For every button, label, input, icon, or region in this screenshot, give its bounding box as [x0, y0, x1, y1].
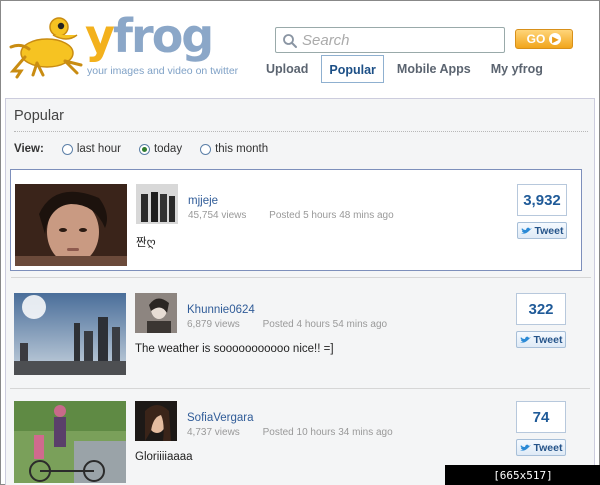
view-count: 45,754 views — [188, 210, 247, 221]
search-icon — [283, 34, 297, 48]
tweet-label: Tweet — [533, 333, 563, 346]
post-meta: 4,737 views Posted 10 hours 34 mins ago — [187, 427, 393, 438]
tweet-count: 3,932 — [517, 184, 567, 216]
divider — [14, 131, 588, 132]
nav-my-yfrog[interactable]: My yfrog — [484, 55, 550, 83]
view-filter: View: last hour today this month — [14, 141, 286, 157]
view-count: 6,879 views — [187, 319, 240, 330]
frog-logo-icon[interactable] — [7, 13, 87, 79]
tweet-label: Tweet — [533, 441, 563, 454]
user-avatar[interactable] — [136, 184, 178, 224]
post-message: 짠ღ — [136, 237, 156, 249]
site-header: yfrog your images and video on twitter G… — [1, 1, 599, 91]
radio-this-month[interactable] — [200, 143, 212, 155]
option-label: this month — [215, 143, 269, 155]
page-title: Popular — [14, 108, 64, 124]
tweet-count: 74 — [516, 401, 566, 433]
radio-today[interactable] — [138, 143, 150, 155]
photo-thumbnail[interactable] — [14, 293, 126, 375]
post-meta: 45,754 views Posted 5 hours 48 mins ago — [188, 210, 394, 221]
go-button[interactable]: GO ▶ — [515, 29, 573, 49]
brand-part2: frog — [113, 9, 214, 63]
tweet-label: Tweet — [534, 224, 564, 237]
brand-part1: y — [85, 9, 115, 63]
photo-thumbnail[interactable] — [14, 401, 126, 483]
brand-name[interactable]: yfrog — [85, 9, 214, 63]
posted-time: Posted 4 hours 54 mins ago — [262, 319, 388, 330]
go-label: GO — [526, 32, 546, 46]
divider — [11, 277, 591, 278]
post-message: The weather is sooooooooooo nice!! =] — [135, 343, 334, 355]
list-item: mjjeje 45,754 views Posted 5 hours 48 mi… — [10, 169, 591, 278]
play-arrow-icon: ▶ — [549, 33, 562, 45]
view-count: 4,737 views — [187, 427, 240, 438]
nav-mobile-apps[interactable]: Mobile Apps — [390, 55, 478, 83]
tweet-button[interactable]: Tweet — [516, 439, 566, 456]
twitter-bird-icon — [519, 336, 531, 343]
username-link[interactable]: mjjeje — [188, 195, 218, 207]
main-nav: Upload Popular Mobile Apps My yfrog — [259, 55, 556, 83]
radio-last-hour[interactable] — [61, 143, 73, 155]
view-option-last-hour[interactable]: last hour — [61, 143, 121, 155]
option-label: last hour — [76, 143, 121, 155]
twitter-bird-icon — [519, 444, 531, 451]
posted-time: Posted 5 hours 48 mins ago — [269, 210, 394, 221]
popular-panel: Popular View: last hour today this month — [5, 98, 595, 485]
twitter-bird-icon — [520, 227, 532, 234]
post-meta: 6,879 views Posted 4 hours 54 mins ago — [187, 319, 387, 330]
tweet-count: 322 — [516, 293, 566, 325]
view-label: View: — [14, 143, 44, 155]
tagline: your images and video on twitter — [87, 65, 239, 77]
tweet-button[interactable]: Tweet — [517, 222, 567, 239]
photo-thumbnail[interactable] — [15, 184, 127, 266]
nav-popular[interactable]: Popular — [321, 55, 384, 83]
username-link[interactable]: Khunnie0624 — [187, 304, 255, 316]
view-option-today[interactable]: today — [138, 143, 183, 155]
nav-upload[interactable]: Upload — [259, 55, 315, 83]
post-message: Gloriiiiaaaa — [135, 451, 193, 463]
search-input[interactable] — [302, 31, 500, 49]
tweet-button[interactable]: Tweet — [516, 331, 566, 348]
search-box[interactable] — [275, 27, 505, 53]
list-item: Khunnie0624 6,879 views Posted 4 hours 5… — [10, 279, 590, 389]
view-option-this-month[interactable]: this month — [200, 143, 268, 155]
image-watermark: [665x517] http://upic.me/ — [445, 465, 600, 485]
posted-time: Posted 10 hours 34 mins ago — [262, 427, 393, 438]
user-avatar[interactable] — [135, 401, 177, 441]
username-link[interactable]: SofiaVergara — [187, 412, 254, 424]
option-label: today — [153, 143, 183, 155]
user-avatar[interactable] — [135, 293, 177, 333]
